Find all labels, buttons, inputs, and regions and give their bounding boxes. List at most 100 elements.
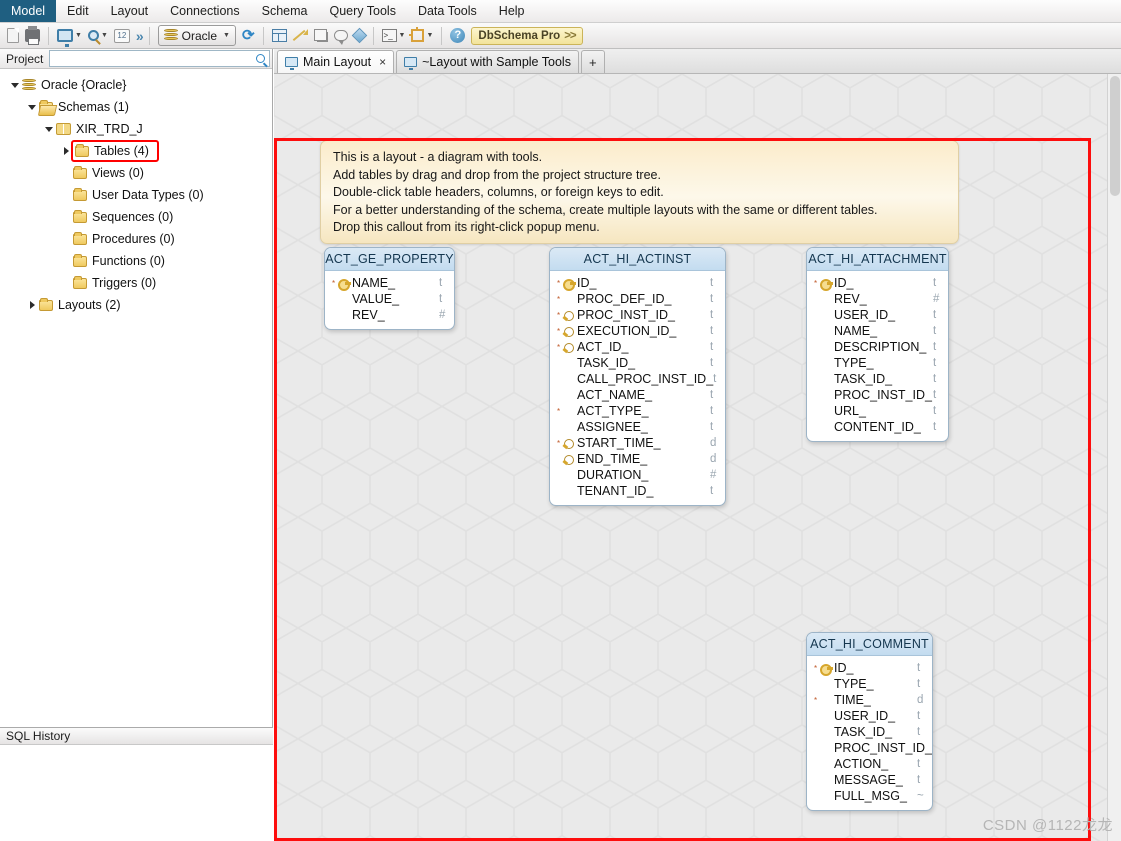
help-button[interactable]: ? [447, 25, 468, 47]
er-column[interactable]: DURATION_ # [550, 467, 725, 483]
tree-item-procedures-0[interactable]: Procedures (0) [0, 228, 272, 250]
er-column[interactable]: * ACT_ID_ t [550, 339, 725, 355]
er-column[interactable]: * TIME_ d [807, 692, 932, 708]
er-column[interactable]: PROC_INST_ID_t [807, 740, 932, 756]
menu-item-connections[interactable]: Connections [159, 0, 251, 22]
er-table-act_hi_comment[interactable]: ACT_HI_COMMENT * ID_ t TYPE_ t * TIME_ d USER_ID_… [806, 632, 933, 811]
chevron-down-icon[interactable] [25, 104, 39, 110]
er-column[interactable]: * ACT_TYPE_ t [550, 403, 725, 419]
chevron-down-icon[interactable] [42, 126, 56, 132]
close-icon[interactable]: × [379, 55, 386, 69]
font-size-button[interactable]: 12 [111, 25, 133, 47]
er-column[interactable]: TASK_ID_ t [807, 724, 932, 740]
zoom-button[interactable]: ▼ [85, 25, 111, 47]
chevron-down-icon[interactable]: ▼ [223, 32, 230, 39]
tree-item-user-data-types-0[interactable]: User Data Types (0) [0, 184, 272, 206]
group-button[interactable] [311, 25, 331, 47]
er-table-header[interactable]: ACT_HI_ATTACHMENT [807, 248, 948, 271]
search-input[interactable] [54, 51, 256, 66]
canvas-vertical-scrollbar[interactable] [1107, 74, 1121, 841]
er-column[interactable]: * START_TIME_ d [550, 435, 725, 451]
er-column[interactable]: * ID_ t [550, 275, 725, 291]
er-column[interactable]: MESSAGE_ t [807, 772, 932, 788]
tab-main-layout[interactable]: Main Layout × [277, 50, 395, 73]
er-column[interactable]: VALUE_ t [325, 291, 454, 307]
tree-item-layouts-2[interactable]: Layouts (2) [0, 294, 272, 316]
er-column[interactable]: * PROC_DEF_ID_ t [550, 291, 725, 307]
er-column[interactable]: REV_ # [325, 307, 454, 323]
tree-item-functions-0[interactable]: Functions (0) [0, 250, 272, 272]
er-table-header[interactable]: ACT_HI_COMMENT [807, 633, 932, 656]
chevron-down-icon[interactable] [8, 82, 22, 88]
connection-selector[interactable]: Oracle ▼ [155, 25, 239, 47]
er-column[interactable]: TYPE_ t [807, 676, 932, 692]
tree-item-tables-4[interactable]: Tables (4) [0, 140, 272, 162]
diagram-canvas[interactable]: This is a layout - a diagram with tools.… [274, 74, 1107, 841]
menu-item-help[interactable]: Help [488, 0, 536, 22]
er-column[interactable]: PROC_INST_ID_t [807, 387, 948, 403]
er-column[interactable]: DESCRIPTION_ t [807, 339, 948, 355]
er-column[interactable]: FULL_MSG_ ~ [807, 788, 932, 804]
er-column[interactable]: * ID_ t [807, 275, 948, 291]
er-column[interactable]: * EXECUTION_ID_ t [550, 323, 725, 339]
er-column[interactable]: * PROC_INST_ID_ t [550, 307, 725, 323]
chevron-down-icon[interactable]: ▼ [399, 32, 406, 39]
er-column[interactable]: TYPE_ t [807, 355, 948, 371]
chevron-down-icon[interactable]: ▼ [101, 32, 108, 39]
menu-item-schema[interactable]: Schema [251, 0, 319, 22]
chevron-down-icon[interactable]: ▼ [426, 32, 433, 39]
er-column[interactable]: CALL_PROC_INST_ID_ t [550, 371, 725, 387]
menu-item-data-tools[interactable]: Data Tools [407, 0, 488, 22]
er-column[interactable]: URL_ t [807, 403, 948, 419]
er-column[interactable]: * NAME_ t [325, 275, 454, 291]
menu-item-model[interactable]: Model [0, 0, 57, 22]
er-table-act_hi_actinst[interactable]: ACT_HI_ACTINST * ID_ t * PROC_DEF_ID_ t * PROC_I… [549, 247, 726, 506]
chevron-down-icon[interactable]: ▼ [75, 32, 82, 39]
project-search-box[interactable] [49, 50, 270, 67]
er-column[interactable]: USER_ID_ t [807, 708, 932, 724]
er-column[interactable]: TASK_ID_ t [807, 371, 948, 387]
crop-button[interactable]: ▼ [408, 25, 436, 47]
er-column[interactable]: END_TIME_ d [550, 451, 725, 467]
er-column[interactable]: ACTION_ t [807, 756, 932, 772]
add-table-button[interactable] [269, 25, 290, 47]
dbschema-pro-button[interactable]: DbSchema Pro >> [468, 25, 585, 47]
tab-layout-with-sample-tools[interactable]: ~Layout with Sample Tools [396, 50, 579, 73]
tree-item-schemas-1[interactable]: Schemas (1) [0, 96, 272, 118]
search-icon[interactable] [256, 54, 265, 63]
shape-button[interactable] [351, 25, 368, 47]
tree-item-sequences-0[interactable]: Sequences (0) [0, 206, 272, 228]
presentation-button[interactable]: ▼ [54, 25, 85, 47]
menu-item-query-tools[interactable]: Query Tools [318, 0, 406, 22]
menu-item-edit[interactable]: Edit [56, 0, 100, 22]
er-column[interactable]: TENANT_ID_ t [550, 483, 725, 499]
er-column[interactable]: USER_ID_ t [807, 307, 948, 323]
er-table-act_hi_attachment[interactable]: ACT_HI_ATTACHMENT * ID_ t REV_ # USER_ID_ t NAME… [806, 247, 949, 442]
comment-button[interactable] [331, 25, 351, 47]
add-tab-button[interactable]: + [580, 50, 605, 73]
scrollbar-thumb[interactable] [1110, 76, 1120, 196]
fast-forward-button[interactable]: » [133, 25, 144, 47]
menu-item-layout[interactable]: Layout [100, 0, 160, 22]
tree-item-triggers-0[interactable]: Triggers (0) [0, 272, 272, 294]
er-column[interactable]: * ID_ t [807, 660, 932, 676]
er-table-header[interactable]: ACT_GE_PROPERTY [325, 248, 454, 271]
chevron-right-icon[interactable] [25, 301, 39, 309]
er-column[interactable]: ACT_NAME_ t [550, 387, 725, 403]
layout-callout[interactable]: This is a layout - a diagram with tools.… [320, 140, 959, 244]
tree-item-views-0[interactable]: Views (0) [0, 162, 272, 184]
er-column[interactable]: ASSIGNEE_ t [550, 419, 725, 435]
er-table-act_ge_property[interactable]: ACT_GE_PROPERTY * NAME_ t VALUE_ t REV_ # [324, 247, 455, 330]
sql-console-button[interactable]: >_ ▼ [379, 25, 409, 47]
er-column[interactable]: NAME_ t [807, 323, 948, 339]
er-column[interactable]: TASK_ID_ t [550, 355, 725, 371]
er-column[interactable]: CONTENT_ID_ t [807, 419, 948, 435]
tree-item-oracle-oracle[interactable]: Oracle {Oracle} [0, 74, 272, 96]
add-relation-button[interactable] [290, 25, 311, 47]
new-document-button[interactable] [4, 25, 22, 47]
print-button[interactable] [22, 25, 43, 47]
refresh-button[interactable]: ⟳ [239, 25, 258, 47]
sql-history-header[interactable]: SQL History [0, 727, 273, 745]
er-column[interactable]: REV_ # [807, 291, 948, 307]
er-table-header[interactable]: ACT_HI_ACTINST [550, 248, 725, 271]
